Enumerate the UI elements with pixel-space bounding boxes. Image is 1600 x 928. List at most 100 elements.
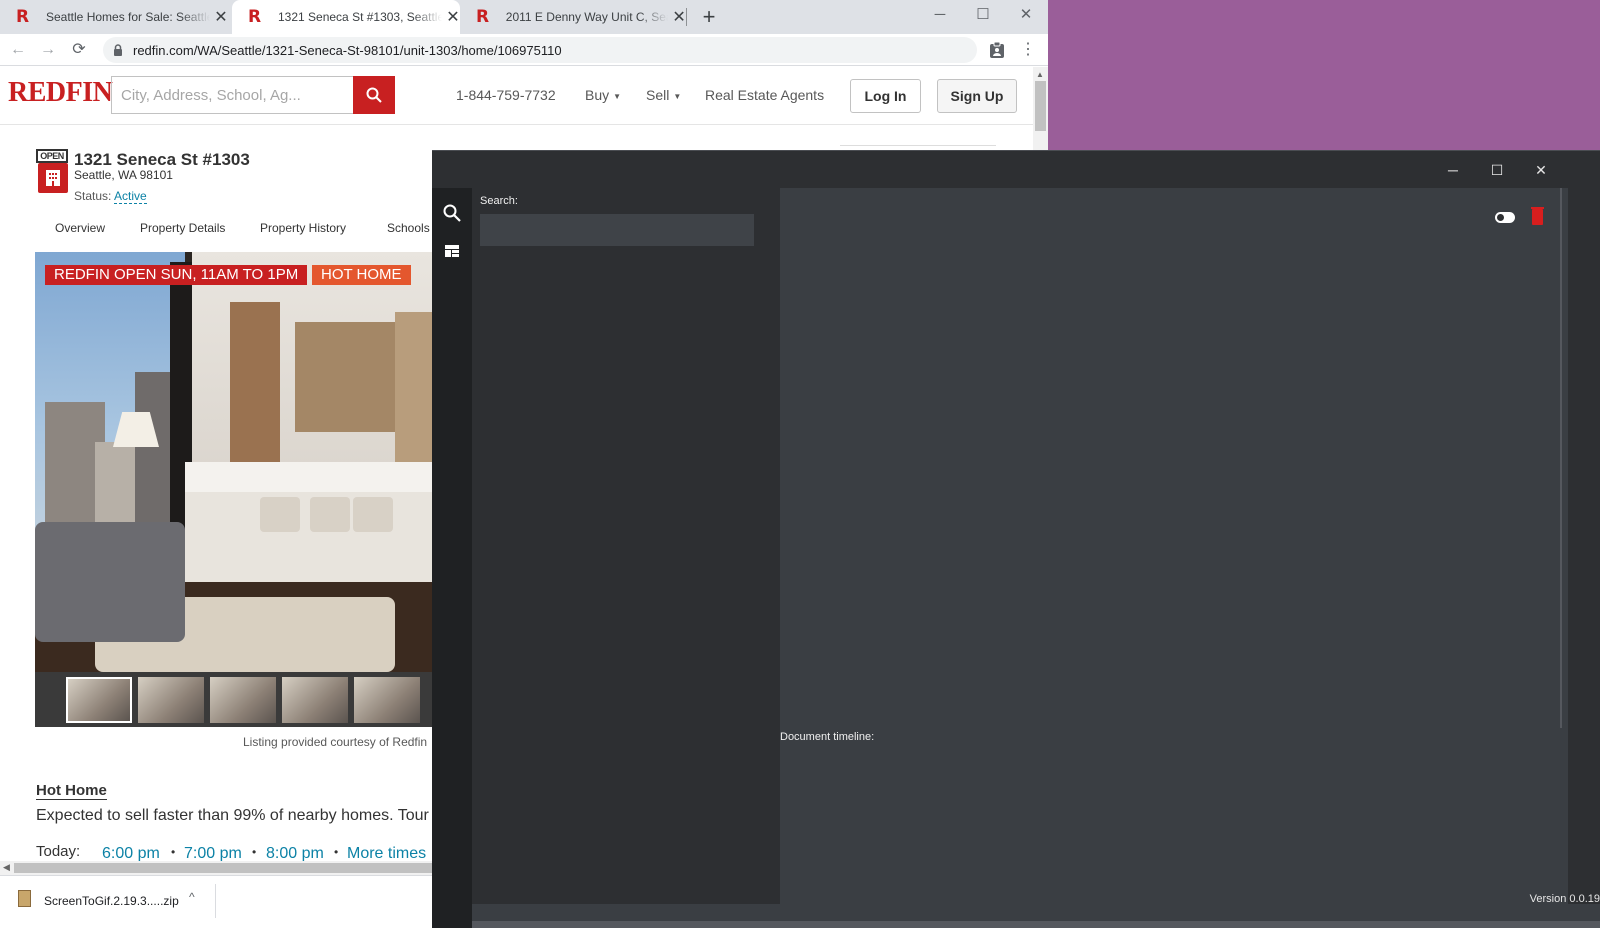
- login-button[interactable]: Log In: [850, 79, 921, 113]
- toggle-switch[interactable]: [1495, 212, 1515, 223]
- maximize-button[interactable]: ☐: [1475, 157, 1519, 183]
- close-tab-icon[interactable]: ✕: [214, 7, 228, 27]
- address-bar[interactable]: redfin.com/WA/Seattle/1321-Seneca-St-981…: [103, 37, 977, 63]
- close-tab-icon[interactable]: ✕: [672, 7, 686, 27]
- divider: [840, 145, 996, 149]
- stg-content-panel: [780, 188, 1568, 904]
- photo-thumbnail[interactable]: [210, 677, 276, 723]
- tab-schools[interactable]: Schools: [387, 221, 430, 235]
- photo-thumbnail[interactable]: [354, 677, 420, 723]
- close-tab-icon[interactable]: ✕: [446, 7, 460, 27]
- nav-buy[interactable]: Buy ▼: [585, 87, 621, 103]
- minimize-button[interactable]: ─: [1431, 157, 1475, 183]
- chevron-up-icon[interactable]: ^: [189, 890, 195, 904]
- property-city: Seattle, WA 98101: [74, 168, 173, 182]
- photo-detail: [35, 522, 185, 642]
- chevron-down-icon: ▼: [613, 91, 622, 101]
- back-button[interactable]: ←: [7, 39, 29, 61]
- tab-divider: [686, 8, 687, 26]
- hot-home-badge: HOT HOME: [312, 265, 411, 285]
- close-window-button[interactable]: ✕: [1519, 157, 1563, 183]
- browser-tab-denny-way[interactable]: R 2011 E Denny Way Unit C, Seattle ✕: [460, 0, 686, 34]
- browser-tab-seattle-homes[interactable]: R Seattle Homes for Sale: Seattle, WA ✕: [0, 0, 232, 34]
- open-house-badge: REDFIN OPEN SUN, 11AM TO 1PM: [45, 265, 308, 285]
- tour-time-6pm[interactable]: 6:00 pm: [102, 845, 160, 861]
- maximize-button[interactable]: ☐: [961, 0, 1005, 28]
- separator-dot: •: [171, 845, 176, 859]
- nav-real-estate-agents[interactable]: Real Estate Agents: [705, 87, 824, 103]
- extension-clipboard-icon[interactable]: [988, 41, 1006, 59]
- status-badge[interactable]: Active: [114, 189, 147, 204]
- photo-thumbnail[interactable]: [282, 677, 348, 723]
- tour-time-7pm[interactable]: 7:00 pm: [184, 845, 242, 861]
- search-input[interactable]: [480, 214, 754, 246]
- redfin-search-input[interactable]: City, Address, School, Ag...: [111, 76, 354, 114]
- stg-sidebar: [432, 188, 472, 928]
- photo-detail: [353, 497, 393, 532]
- photo-detail: [310, 497, 350, 532]
- tab-property-details[interactable]: Property Details: [140, 221, 225, 235]
- scroll-up-arrow-icon[interactable]: ▲: [1036, 70, 1044, 79]
- redfin-favicon-icon: R: [16, 7, 30, 27]
- photo-thumbnail-strip: [35, 672, 435, 727]
- chrome-menu-button[interactable]: ⋮: [1020, 39, 1036, 61]
- search-icon[interactable]: [442, 203, 462, 223]
- photo-thumbnail[interactable]: [138, 677, 204, 723]
- content-scrollbar[interactable]: [1560, 188, 1562, 728]
- nav-buy-label: Buy: [585, 87, 610, 103]
- nav-sell-label: Sell: [646, 87, 670, 103]
- scroll-left-arrow-icon[interactable]: ◀: [3, 862, 10, 873]
- nav-sell[interactable]: Sell ▼: [646, 87, 681, 103]
- redfin-header: REDFIN City, Address, School, Ag... 1-84…: [0, 67, 1033, 125]
- screentogif-window: ─ ☐ ✕ Search: Document timeline: Version…: [432, 150, 1600, 928]
- forward-button[interactable]: →: [37, 39, 59, 61]
- open-house-icon: OPEN: [36, 149, 68, 163]
- desktop: R Seattle Homes for Sale: Seattle, WA ✕ …: [0, 0, 1600, 928]
- signup-button[interactable]: Sign Up: [937, 79, 1017, 113]
- reload-button[interactable]: ⟳: [68, 39, 90, 61]
- zip-file-icon: [18, 890, 31, 907]
- lock-icon: [114, 44, 122, 56]
- status-label: Status:: [74, 189, 112, 203]
- building-glyph-icon: [46, 170, 60, 186]
- chevron-down-icon: ▼: [673, 91, 682, 101]
- phone-number[interactable]: 1-844-759-7732: [456, 87, 556, 103]
- tab-title: Seattle Homes for Sale: Seattle, WA: [46, 10, 210, 24]
- document-timeline-label: Document timeline:: [780, 731, 875, 743]
- listing-photo[interactable]: REDFIN OPEN SUN, 11AM TO 1PM HOT HOME: [35, 252, 435, 727]
- redfin-logo[interactable]: REDFIN: [8, 77, 113, 109]
- tab-strip: R Seattle Homes for Sale: Seattle, WA ✕ …: [0, 0, 1048, 34]
- browser-toolbar: ← → ⟳ redfin.com/WA/Seattle/1321-Seneca-…: [0, 34, 1048, 66]
- redfin-search-button[interactable]: [353, 76, 395, 114]
- photo-detail: [260, 497, 300, 532]
- scrollbar-thumb[interactable]: [1035, 81, 1046, 131]
- photo-detail: [185, 462, 435, 492]
- photo-detail: [295, 322, 395, 432]
- tab-overview[interactable]: Overview: [55, 221, 105, 235]
- download-file-name[interactable]: ScreenToGif.2.19.3.....zip: [44, 894, 179, 908]
- photo-thumbnail[interactable]: [66, 677, 132, 723]
- listing-courtesy: Listing provided courtesy of Redfin: [243, 735, 428, 749]
- hot-home-heading[interactable]: Hot Home: [36, 782, 107, 800]
- separator-dot: •: [252, 845, 257, 859]
- property-address: 1321 Seneca St #1303: [74, 150, 250, 169]
- close-window-button[interactable]: ✕: [1004, 0, 1048, 28]
- stg-title-bar[interactable]: ─ ☐ ✕: [432, 151, 1600, 188]
- minimize-button[interactable]: ─: [918, 0, 962, 28]
- trash-icon[interactable]: [1531, 207, 1544, 225]
- search-icon: [366, 87, 382, 103]
- more-times-link[interactable]: More times: [347, 845, 426, 861]
- browser-tab-seneca[interactable]: R 1321 Seneca St #1303, Seattle, WA ✕: [232, 0, 460, 34]
- redfin-favicon-icon: R: [476, 7, 490, 27]
- search-label: Search:: [480, 195, 518, 207]
- today-label: Today:: [36, 843, 81, 860]
- tab-property-history[interactable]: Property History: [260, 221, 346, 235]
- redfin-favicon-icon: R: [248, 7, 262, 27]
- tour-time-8pm[interactable]: 8:00 pm: [266, 845, 324, 861]
- timeline-scrollbar[interactable]: [472, 921, 1600, 928]
- new-tab-button[interactable]: +: [697, 4, 721, 30]
- hot-home-text: Expected to sell faster than 99% of near…: [36, 807, 437, 824]
- stg-search-panel: Search:: [472, 188, 780, 904]
- tab-title: 2011 E Denny Way Unit C, Seattle: [505, 10, 668, 24]
- layout-icon[interactable]: [442, 241, 462, 261]
